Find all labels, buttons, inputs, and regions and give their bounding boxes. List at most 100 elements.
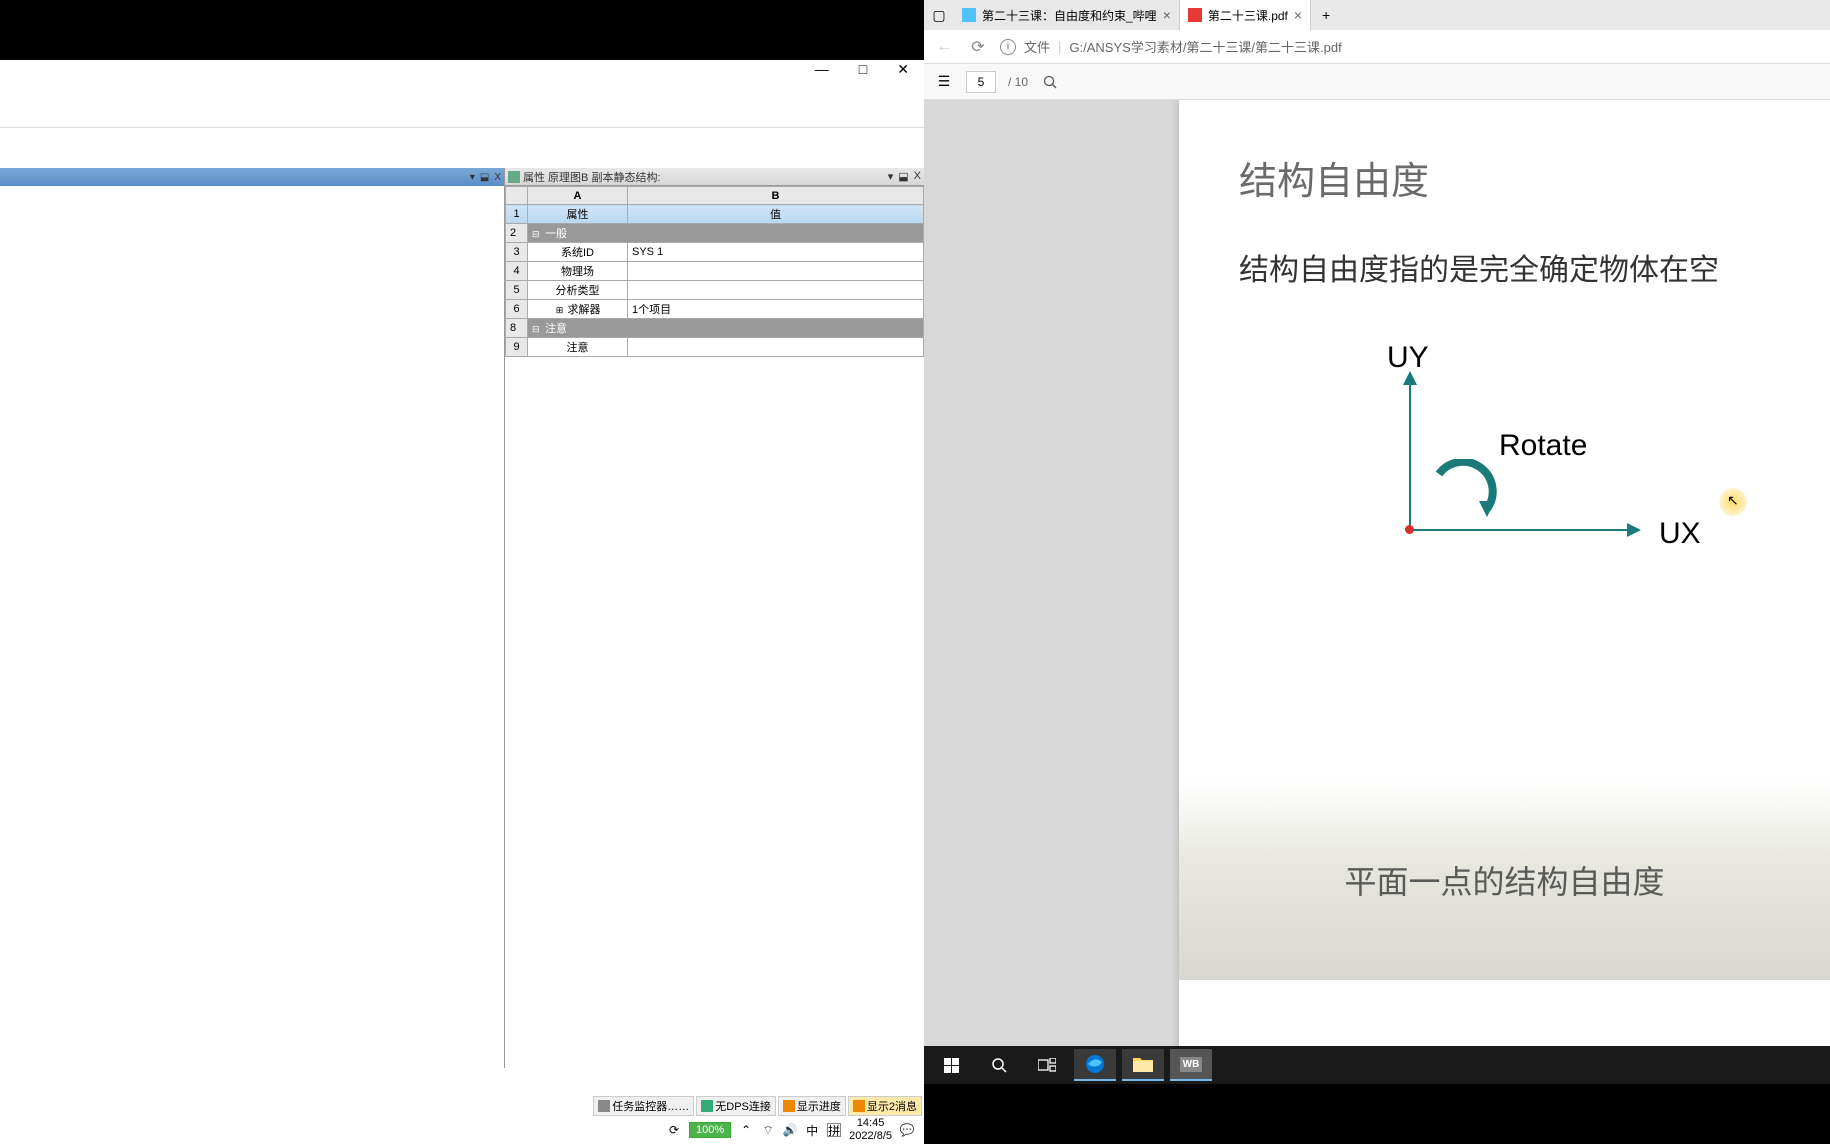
collapse-icon[interactable]: ⊟: [532, 324, 542, 335]
row-notes[interactable]: 9 注意: [506, 338, 924, 357]
windows-taskbar: WB: [924, 1046, 1830, 1084]
minimize-button[interactable]: —: [815, 61, 829, 77]
panel-dropdown-icon[interactable]: ▾: [888, 170, 894, 183]
tab-actions-button[interactable]: ▢: [924, 0, 954, 30]
pdf-caption-area: 平面一点的结构自由度: [1179, 780, 1830, 980]
ime-cn-icon[interactable]: 中: [805, 1123, 819, 1137]
taskbar-workbench[interactable]: WB: [1170, 1049, 1212, 1081]
dps-status-button[interactable]: 无DPS连接: [696, 1096, 776, 1116]
page-number-input[interactable]: [966, 71, 996, 93]
schematic-panel: ▾ ⬓ X: [0, 168, 504, 1068]
group-general[interactable]: 2 ⊟ 一般: [506, 224, 924, 243]
pdf-viewer[interactable]: 结构自由度 结构自由度指的是完全确定物体在空 UY Rotate UX ↖ 平面…: [924, 100, 1830, 1080]
new-tab-button[interactable]: +: [1311, 0, 1341, 30]
zoom-indicator[interactable]: 100%: [689, 1122, 731, 1138]
toolbar-area: [0, 128, 924, 168]
ime-pinyin-icon[interactable]: 拼: [827, 1123, 841, 1137]
close-button[interactable]: ✕: [897, 61, 909, 78]
search-button[interactable]: [978, 1049, 1020, 1081]
tab-strip: ▢ 第二十三课：自由度和约束_哔哩 × 第二十三课.pdf × +: [924, 0, 1830, 30]
pdf-heading: 结构自由度: [1239, 150, 1810, 205]
url-path: G:/ANSYS学习素材/第二十三课/第二十三课.pdf: [1069, 37, 1341, 56]
y-axis-line: [1409, 379, 1411, 529]
taskbar-edge[interactable]: [1074, 1049, 1116, 1081]
favicon-icon: [962, 8, 976, 22]
properties-panel: 属性 原理图B 副本静态结构: ▾ ⬓ X A B 1 属性 值: [504, 168, 924, 1068]
volume-icon[interactable]: 🔊: [783, 1123, 797, 1137]
label-ux: UX: [1659, 517, 1701, 551]
schematic-panel-header[interactable]: ▾ ⬓ X: [0, 168, 504, 186]
label-rotate: Rotate: [1499, 429, 1587, 463]
page-total-label: / 10: [1008, 75, 1028, 89]
tab-label: 第二十三课.pdf: [1208, 7, 1288, 24]
y-axis-arrow-icon: [1403, 371, 1417, 385]
properties-table: A B 1 属性 值 2 ⊟ 一般 3 系统ID SYS 1: [505, 186, 924, 357]
pdf-thumbnail-sidebar[interactable]: [924, 100, 1179, 1080]
properties-panel-title: 属性 原理图B 副本静态结构:: [523, 169, 661, 185]
panel-pin-icon[interactable]: ⬓: [480, 172, 489, 183]
row-physics[interactable]: 4 物理场: [506, 262, 924, 281]
col-a-header: A: [528, 187, 628, 205]
table-header-row: 1 属性 值: [506, 205, 924, 224]
taskbar-explorer[interactable]: [1122, 1049, 1164, 1081]
chevron-up-icon[interactable]: ⌃: [739, 1123, 753, 1137]
windows-logo-icon: [944, 1058, 959, 1073]
collapse-icon[interactable]: ⊟: [532, 229, 542, 240]
dof-diagram: UY Rotate UX: [1369, 349, 1719, 579]
address-bar: ← ⟳ i 文件 | G:/ANSYS学习素材/第二十三课/第二十三课.pdf: [924, 30, 1830, 64]
panel-icon: [508, 171, 520, 183]
panel-area: ▾ ⬓ X 属性 原理图B 副本静态结构: ▾ ⬓ X: [0, 168, 924, 1068]
row-solver[interactable]: 6 ⊞ 求解器 1个项目: [506, 300, 924, 319]
table-column-header: A B: [506, 187, 924, 205]
notification-icon[interactable]: 💬: [900, 1123, 914, 1137]
task-view-button[interactable]: [1026, 1049, 1068, 1081]
expand-icon[interactable]: ⊞: [554, 305, 564, 316]
origin-dot: [1405, 525, 1414, 534]
panel-dropdown-icon[interactable]: ▾: [470, 172, 475, 183]
pdf-body-text: 结构自由度指的是完全确定物体在空: [1239, 245, 1810, 289]
window-titlebar: — □ ✕: [0, 60, 924, 78]
sync-icon[interactable]: ⟳: [667, 1123, 681, 1137]
info-icon[interactable]: i: [1000, 39, 1016, 55]
url-scheme-label: 文件: [1024, 37, 1050, 56]
row-analysis-type[interactable]: 5 分析类型: [506, 281, 924, 300]
header-b: 值: [628, 205, 924, 224]
panel-pin-icon[interactable]: ⬓: [898, 170, 908, 183]
tab-label: 第二十三课：自由度和约束_哔哩: [982, 7, 1157, 24]
properties-panel-header[interactable]: 属性 原理图B 副本静态结构: ▾ ⬓ X: [505, 168, 924, 186]
panel-close-icon[interactable]: X: [914, 170, 921, 183]
pdf-caption: 平面一点的结构自由度: [1344, 857, 1664, 903]
tab-pdf[interactable]: 第二十三课.pdf ×: [1180, 0, 1311, 30]
task-monitor-button[interactable]: 任务监控器……: [593, 1096, 694, 1116]
ribbon-area: [0, 78, 924, 128]
header-a: 属性: [528, 205, 628, 224]
ansys-window: — □ ✕ ▾ ⬓ X 属性 原理图B 副本静态结构: ▾ ⬓ X: [0, 60, 924, 1144]
x-axis-arrow-icon: [1627, 523, 1641, 537]
wifi-icon[interactable]: ⌔: [761, 1123, 775, 1137]
edge-browser: ▢ 第二十三课：自由度和约束_哔哩 × 第二十三课.pdf × + ← ⟳ i …: [924, 0, 1830, 1084]
search-button[interactable]: [1040, 72, 1060, 92]
status-bar: 任务监控器…… 无DPS连接 显示进度 显示2消息 ⟳ 100% ⌃ ⌔ 🔊 中…: [0, 1096, 924, 1144]
tab-close-icon[interactable]: ×: [1294, 7, 1302, 23]
show-messages-button[interactable]: 显示2消息: [848, 1096, 922, 1116]
maximize-button[interactable]: □: [859, 61, 867, 77]
panel-close-icon[interactable]: X: [494, 172, 501, 183]
refresh-button[interactable]: ⟳: [966, 35, 990, 59]
contents-button[interactable]: ☰: [934, 72, 954, 92]
pdf-toolbar: ☰ / 10: [924, 64, 1830, 100]
start-button[interactable]: [930, 1049, 972, 1081]
row-system-id[interactable]: 3 系统ID SYS 1: [506, 243, 924, 262]
favicon-icon: [1188, 8, 1202, 22]
tab-close-icon[interactable]: ×: [1163, 7, 1171, 23]
system-clock[interactable]: 14:45 2022/8/5: [849, 1117, 892, 1143]
url-field[interactable]: i 文件 | G:/ANSYS学习素材/第二十三课/第二十三课.pdf: [1000, 37, 1822, 56]
col-b-header: B: [628, 187, 924, 205]
back-button[interactable]: ←: [932, 35, 956, 59]
rotate-arrow-icon: [1429, 459, 1499, 529]
group-notes[interactable]: 8 ⊟ 注意: [506, 319, 924, 338]
label-uy: UY: [1387, 341, 1429, 375]
show-progress-button[interactable]: 显示进度: [778, 1096, 846, 1116]
tab-bilibili[interactable]: 第二十三课：自由度和约束_哔哩 ×: [954, 0, 1180, 30]
x-axis-line: [1409, 529, 1629, 531]
pdf-page: 结构自由度 结构自由度指的是完全确定物体在空 UY Rotate UX ↖ 平面…: [1179, 100, 1830, 1080]
